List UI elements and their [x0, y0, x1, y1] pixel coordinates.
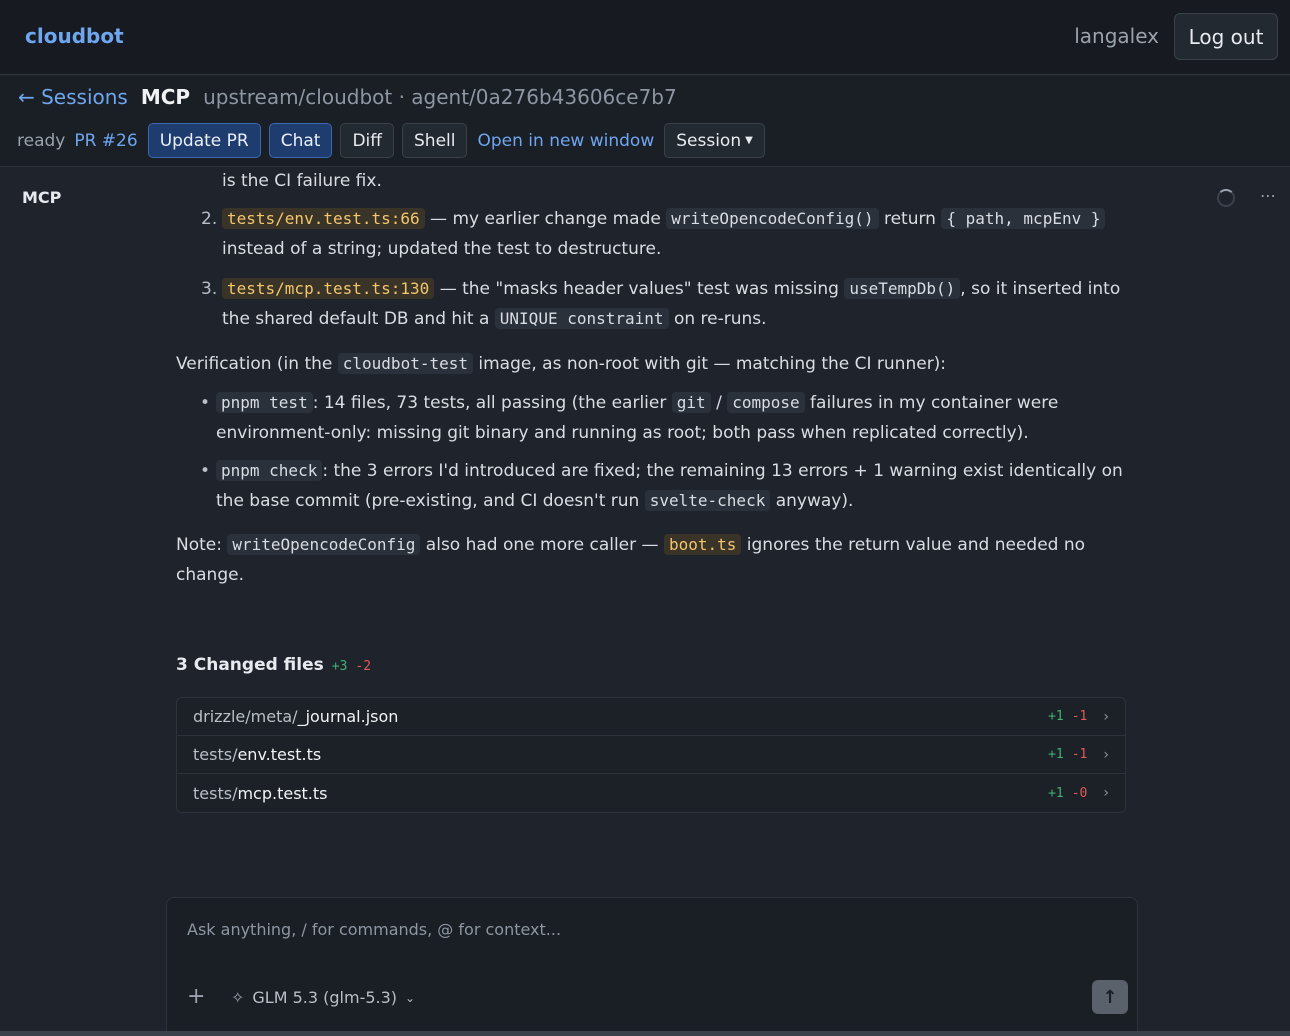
- top-bar: cloudbot langalex Log out: [0, 0, 1290, 75]
- back-to-sessions-link[interactable]: ← Sessions: [18, 85, 128, 109]
- caret-down-icon: ▼: [745, 135, 753, 146]
- sidebar-item-mcp[interactable]: MCP: [22, 188, 61, 207]
- inline-code: boot.ts: [663, 534, 742, 555]
- list-item: is the CI failure fix.: [176, 168, 1126, 196]
- session-toolbar: ready PR #26 Update PR Chat Diff Shell O…: [17, 123, 765, 158]
- file-row[interactable]: tests/mcp.test.ts +1 -0 ›: [177, 774, 1125, 812]
- file-stats: +1 -1: [1048, 747, 1087, 762]
- chat-input[interactable]: [187, 916, 1087, 942]
- list-item: 3. tests/mcp.test.ts:130 — the "masks he…: [176, 274, 1126, 334]
- sparkle-icon: ✧: [231, 988, 245, 1007]
- file-name: env.test.ts: [237, 745, 322, 764]
- session-header: ← Sessions MCP upstream/cloudbot · agent…: [0, 76, 1290, 167]
- text: image, as non-root with git — matching t…: [473, 354, 947, 374]
- total-removed: -2: [355, 659, 372, 674]
- list-number: 2.: [201, 209, 218, 229]
- pr-link[interactable]: PR #26: [74, 131, 137, 151]
- text: anyway).: [770, 491, 854, 511]
- chevron-right-icon: ›: [1103, 708, 1109, 725]
- file-added: +1: [1048, 785, 1064, 801]
- text: Note:: [176, 535, 228, 555]
- file-dir: tests/: [193, 745, 238, 764]
- file-name: mcp.test.ts: [237, 783, 328, 803]
- step1-tail: is the CI failure fix.: [222, 171, 382, 191]
- note-paragraph: Note: writeOpencodeConfig also had one m…: [176, 530, 1126, 590]
- arrow-up-icon: ↑: [1102, 986, 1118, 1008]
- inline-code: svelte-check: [644, 490, 771, 511]
- file-row[interactable]: tests/env.test.ts +1 -1 ›: [177, 736, 1125, 774]
- text: return: [878, 209, 942, 229]
- tab-chat[interactable]: Chat: [268, 123, 333, 158]
- session-title: MCP: [140, 85, 191, 109]
- changed-files-title: 3 Changed files: [176, 655, 324, 675]
- inline-code: pnpm test: [216, 392, 313, 413]
- file-row[interactable]: drizzle/meta/_journal.json +1 -1 ›: [177, 698, 1125, 736]
- plus-icon[interactable]: +: [187, 984, 205, 1009]
- model-selector[interactable]: ✧ GLM 5.3 (glm-5.3) ⌄: [231, 988, 415, 1007]
- inline-code: tests/env.test.ts:66: [222, 208, 425, 229]
- message-composer: + ✧ GLM 5.3 (glm-5.3) ⌄ ↑: [166, 897, 1138, 1036]
- open-new-window-link[interactable]: Open in new window: [475, 131, 656, 151]
- tab-shell[interactable]: Shell: [402, 123, 468, 158]
- inline-code: git: [671, 392, 711, 413]
- file-dir: drizzle/meta/: [193, 707, 298, 726]
- chevron-down-icon: ⌄: [405, 990, 416, 1005]
- changed-files-list: drizzle/meta/_journal.json +1 -1 › tests…: [176, 697, 1126, 813]
- text: — the "masks header values" test was mis…: [434, 279, 845, 299]
- chevron-right-icon: ›: [1103, 746, 1109, 763]
- file-removed: -1: [1071, 747, 1088, 762]
- changed-files-header: 3 Changed files +3 -2: [176, 655, 371, 675]
- file-dir: tests/: [193, 783, 238, 803]
- session-path: upstream/cloudbot · agent/0a276b43606ce7…: [203, 85, 677, 109]
- inline-code: UNIQUE constraint: [494, 308, 669, 329]
- model-label: GLM 5.3 (glm-5.3): [252, 988, 398, 1007]
- text: Verification (in the: [176, 354, 338, 374]
- list-item: 2. tests/env.test.ts:66 — my earlier cha…: [176, 204, 1126, 264]
- inline-code: compose: [727, 392, 805, 413]
- text: /: [710, 393, 728, 413]
- file-removed: -1: [1071, 709, 1088, 724]
- list-number: 3.: [201, 279, 218, 299]
- chevron-right-icon: ›: [1103, 785, 1109, 801]
- text: also had one more caller —: [420, 535, 664, 555]
- total-added: +3: [331, 659, 348, 674]
- more-horizontal-icon[interactable]: ⋯: [1260, 186, 1277, 205]
- logout-button[interactable]: Log out: [1174, 13, 1278, 60]
- session-menu-button[interactable]: Session ▼: [664, 123, 765, 158]
- inline-code: writeOpencodeConfig(): [666, 208, 879, 229]
- list-item: pnpm check: the 3 errors I'd introduced …: [176, 456, 1126, 516]
- text: : 14 files, 73 tests, all passing (the e…: [312, 393, 672, 413]
- file-name: _journal.json: [297, 707, 399, 726]
- session-menu-label: Session: [676, 130, 742, 151]
- send-button[interactable]: ↑: [1092, 980, 1128, 1014]
- inline-code: cloudbot-test: [337, 353, 473, 374]
- file-removed: -0: [1071, 785, 1088, 801]
- session-title-row: ← Sessions MCP upstream/cloudbot · agent…: [18, 85, 677, 109]
- text: on re-runs.: [668, 309, 767, 329]
- verification-list: pnpm test: 14 files, 73 tests, all passi…: [176, 388, 1126, 516]
- file-added: +1: [1048, 747, 1064, 762]
- update-pr-button[interactable]: Update PR: [147, 123, 261, 158]
- inline-code: pnpm check: [216, 460, 323, 481]
- loading-spinner-icon: [1217, 189, 1235, 207]
- session-status: ready: [17, 130, 66, 151]
- text: — my earlier change made: [424, 209, 667, 229]
- tab-diff[interactable]: Diff: [340, 123, 394, 158]
- brand-logo[interactable]: cloudbot: [25, 24, 124, 48]
- taskbar-strip: [0, 1031, 1290, 1036]
- file-stats: +1 -0: [1048, 786, 1087, 801]
- inline-code: writeOpencodeConfig: [227, 534, 421, 555]
- text: instead of a string; updated the test to…: [222, 239, 662, 259]
- chat-message: is the CI failure fix. 2. tests/env.test…: [176, 168, 1126, 888]
- verification-paragraph: Verification (in the cloudbot-test image…: [176, 349, 1126, 379]
- list-item: pnpm test: 14 files, 73 tests, all passi…: [176, 388, 1126, 448]
- username: langalex: [1074, 24, 1159, 48]
- inline-code: useTempDb(): [844, 278, 961, 299]
- inline-code: tests/mcp.test.ts:130: [222, 278, 435, 299]
- file-added: +1: [1048, 709, 1064, 724]
- inline-code: { path, mcpEnv }: [941, 208, 1106, 229]
- file-stats: +1 -1: [1048, 709, 1087, 724]
- fix-list: is the CI failure fix. 2. tests/env.test…: [176, 168, 1126, 334]
